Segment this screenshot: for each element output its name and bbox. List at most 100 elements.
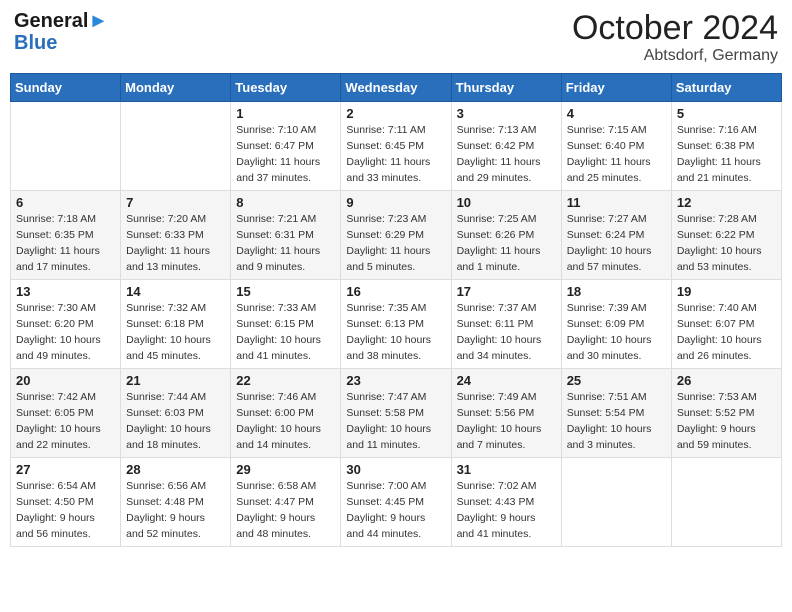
day-number: 10 — [457, 195, 556, 210]
day-info: Sunrise: 7:11 AMSunset: 6:45 PMDaylight:… — [346, 123, 445, 186]
day-number: 26 — [677, 373, 776, 388]
sunset-text: Sunset: 4:50 PM — [16, 496, 94, 508]
daylight-text: Daylight: 10 hours and 18 minutes. — [126, 423, 211, 451]
sunset-text: Sunset: 6:18 PM — [126, 318, 204, 330]
day-info: Sunrise: 6:56 AMSunset: 4:48 PMDaylight:… — [126, 479, 225, 542]
sunset-text: Sunset: 6:33 PM — [126, 229, 204, 241]
calendar-cell: 8Sunrise: 7:21 AMSunset: 6:31 PMDaylight… — [231, 191, 341, 280]
day-number: 19 — [677, 284, 776, 299]
calendar-cell: 21Sunrise: 7:44 AMSunset: 6:03 PMDayligh… — [121, 369, 231, 458]
sunset-text: Sunset: 6:03 PM — [126, 407, 204, 419]
day-info: Sunrise: 7:44 AMSunset: 6:03 PMDaylight:… — [126, 390, 225, 453]
calendar-cell: 2Sunrise: 7:11 AMSunset: 6:45 PMDaylight… — [341, 102, 451, 191]
day-info: Sunrise: 7:42 AMSunset: 6:05 PMDaylight:… — [16, 390, 115, 453]
day-number: 18 — [567, 284, 666, 299]
daylight-text: Daylight: 10 hours and 41 minutes. — [236, 334, 321, 362]
day-info: Sunrise: 7:39 AMSunset: 6:09 PMDaylight:… — [567, 301, 666, 364]
sunrise-text: Sunrise: 7:27 AM — [567, 213, 647, 225]
calendar-cell: 18 Sunrise: 7:39 AMSunset: 6:09 PMDayligh… — [561, 280, 671, 369]
day-number: 8 — [236, 195, 335, 210]
calendar-cell: 20 Sunrise: 7:42 AMSunset: 6:05 PMDayligh… — [11, 369, 121, 458]
day-info: Sunrise: 6:58 AMSunset: 4:47 PMDaylight:… — [236, 479, 335, 542]
sunrise-text: Sunrise: 6:54 AM — [16, 480, 96, 492]
day-info: Sunrise: 6:54 AMSunset: 4:50 PMDaylight:… — [16, 479, 115, 542]
day-info: Sunrise: 7:16 AMSunset: 6:38 PMDaylight:… — [677, 123, 776, 186]
calendar-cell — [561, 458, 671, 547]
day-info: Sunrise: 7:37 AMSunset: 6:11 PMDaylight:… — [457, 301, 556, 364]
day-number: 14 — [126, 284, 225, 299]
sunset-text: Sunset: 4:43 PM — [457, 496, 535, 508]
calendar-table: SundayMondayTuesdayWednesdayThursdayFrid… — [10, 73, 782, 547]
day-number: 16 — [346, 284, 445, 299]
day-info: Sunrise: 7:13 AMSunset: 6:42 PMDaylight:… — [457, 123, 556, 186]
day-number: 29 — [236, 462, 335, 477]
daylight-text: Daylight: 10 hours and 53 minutes. — [677, 245, 762, 273]
calendar-cell: 17Sunrise: 7:37 AMSunset: 6:11 PMDayligh… — [451, 280, 561, 369]
day-number: 9 — [346, 195, 445, 210]
day-number: 5 — [677, 106, 776, 121]
daylight-text: Daylight: 10 hours and 22 minutes. — [16, 423, 101, 451]
calendar-cell: 4Sunrise: 7:15 AMSunset: 6:40 PMDaylight… — [561, 102, 671, 191]
calendar-cell: 28Sunrise: 6:56 AMSunset: 4:48 PMDayligh… — [121, 458, 231, 547]
day-info: Sunrise: 7:18 AMSunset: 6:35 PMDaylight:… — [16, 212, 115, 275]
calendar-cell: 15Sunrise: 7:33 AMSunset: 6:15 PMDayligh… — [231, 280, 341, 369]
day-info: Sunrise: 7:27 AMSunset: 6:24 PMDaylight:… — [567, 212, 666, 275]
day-number: 25 — [567, 373, 666, 388]
calendar-cell: 1Sunrise: 7:10 AMSunset: 6:47 PMDaylight… — [231, 102, 341, 191]
week-row-4: 20 Sunrise: 7:42 AMSunset: 6:05 PMDayligh… — [11, 369, 782, 458]
sunset-text: Sunset: 5:54 PM — [567, 407, 645, 419]
sunset-text: Sunset: 4:45 PM — [346, 496, 424, 508]
daylight-text: Daylight: 10 hours and 49 minutes. — [16, 334, 101, 362]
sunset-text: Sunset: 6:05 PM — [16, 407, 94, 419]
sunset-text: Sunset: 6:42 PM — [457, 140, 535, 152]
day-info: Sunrise: 7:30 AMSunset: 6:20 PMDaylight:… — [16, 301, 115, 364]
calendar-cell: 13Sunrise: 7:30 AMSunset: 6:20 PMDayligh… — [11, 280, 121, 369]
day-number: 20 — [16, 373, 115, 388]
daylight-text: Daylight: 10 hours and 45 minutes. — [126, 334, 211, 362]
day-info: Sunrise: 7:35 AMSunset: 6:13 PMDaylight:… — [346, 301, 445, 364]
day-info: Sunrise: 7:49 AMSunset: 5:56 PMDaylight:… — [457, 390, 556, 453]
week-row-2: 6 Sunrise: 7:18 AMSunset: 6:35 PMDaylight… — [11, 191, 782, 280]
day-number: 30 — [346, 462, 445, 477]
sunrise-text: Sunrise: 7:53 AM — [677, 391, 757, 403]
day-number: 22 — [236, 373, 335, 388]
daylight-text: Daylight: 10 hours and 38 minutes. — [346, 334, 431, 362]
sunset-text: Sunset: 6:09 PM — [567, 318, 645, 330]
day-number: 24 — [457, 373, 556, 388]
daylight-text: Daylight: 10 hours and 11 minutes. — [346, 423, 431, 451]
calendar-cell: 3Sunrise: 7:13 AMSunset: 6:42 PMDaylight… — [451, 102, 561, 191]
calendar-cell: 12Sunrise: 7:28 AMSunset: 6:22 PMDayligh… — [671, 191, 781, 280]
day-number: 6 — [16, 195, 115, 210]
sunset-text: Sunset: 6:20 PM — [16, 318, 94, 330]
sunset-text: Sunset: 6:22 PM — [677, 229, 755, 241]
sunrise-text: Sunrise: 7:16 AM — [677, 124, 757, 136]
sunset-text: Sunset: 5:58 PM — [346, 407, 424, 419]
page-header: General► Blue October 2024 Abtsdorf, Ger… — [10, 10, 782, 65]
day-info: Sunrise: 7:02 AMSunset: 4:43 PMDaylight:… — [457, 479, 556, 542]
daylight-text: Daylight: 11 hours and 21 minutes. — [677, 156, 761, 184]
sunset-text: Sunset: 5:56 PM — [457, 407, 535, 419]
day-info: Sunrise: 7:15 AMSunset: 6:40 PMDaylight:… — [567, 123, 666, 186]
sunrise-text: Sunrise: 7:20 AM — [126, 213, 206, 225]
daylight-text: Daylight: 10 hours and 26 minutes. — [677, 334, 762, 362]
daylight-text: Daylight: 11 hours and 9 minutes. — [236, 245, 320, 273]
daylight-text: Daylight: 11 hours and 1 minute. — [457, 245, 541, 273]
day-info: Sunrise: 7:46 AMSunset: 6:00 PMDaylight:… — [236, 390, 335, 453]
calendar-cell: 31Sunrise: 7:02 AMSunset: 4:43 PMDayligh… — [451, 458, 561, 547]
daylight-text: Daylight: 11 hours and 17 minutes. — [16, 245, 100, 273]
day-number: 7 — [126, 195, 225, 210]
sunset-text: Sunset: 5:52 PM — [677, 407, 755, 419]
day-info: Sunrise: 7:53 AM Sunset: 5:52 PM Daylight:… — [677, 390, 776, 453]
sunrise-text: Sunrise: 7:11 AM — [346, 124, 425, 136]
daylight-text: Daylight: 10 hours and 34 minutes. — [457, 334, 542, 362]
weekday-header-tuesday: Tuesday — [231, 74, 341, 102]
daylight-text: Daylight: 9 hours and 59 minutes. — [677, 423, 756, 451]
day-info: Sunrise: 7:40 AMSunset: 6:07 PMDaylight:… — [677, 301, 776, 364]
calendar-cell: 29 Sunrise: 6:58 AMSunset: 4:47 PMDayligh… — [231, 458, 341, 547]
sunrise-text: Sunrise: 7:18 AM — [16, 213, 96, 225]
calendar-cell: 10Sunrise: 7:25 AMSunset: 6:26 PMDayligh… — [451, 191, 561, 280]
daylight-text: Daylight: 11 hours and 37 minutes. — [236, 156, 320, 184]
sunrise-text: Sunrise: 7:37 AM — [457, 302, 537, 314]
daylight-text: Daylight: 10 hours and 30 minutes. — [567, 334, 652, 362]
day-info: Sunrise: 7:00 AMSunset: 4:45 PMDaylight:… — [346, 479, 445, 542]
